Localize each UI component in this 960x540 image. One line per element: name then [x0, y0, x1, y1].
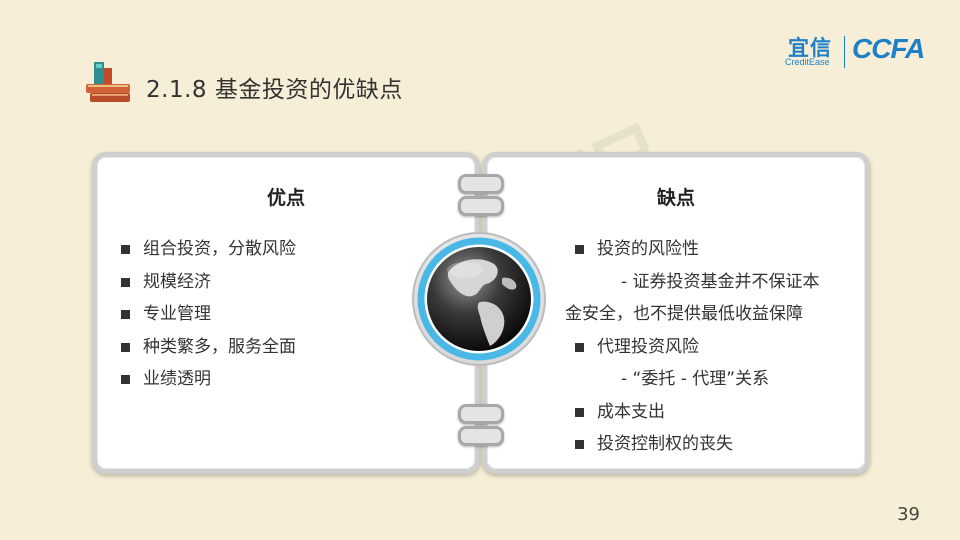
list-item: 组合投资，分散风险 [121, 233, 296, 266]
advantages-heading: 优点 [266, 187, 305, 209]
list-subitem: - “委托 - 代理”关系 [621, 369, 770, 389]
disadvantages-heading: 缺点 [656, 187, 695, 209]
list-item: 专业管理 [121, 298, 296, 331]
list-subitem: - 证券投资基金并不保证本 [621, 271, 820, 292]
advantages-list: 组合投资，分散风险 规模经济 专业管理 种类繁多，服务全面 业绩透明 [121, 233, 296, 396]
list-item: 代理投资风险 [575, 331, 857, 364]
bullet-icon [121, 277, 130, 287]
bullet-icon [121, 375, 130, 384]
list-item: 规模经济 [121, 266, 296, 299]
list-item: 种类繁多，服务全面 [121, 331, 296, 364]
bullet-icon [575, 245, 584, 254]
binder-ring [458, 174, 504, 194]
bullet-icon [121, 245, 130, 254]
page-number: 39 [897, 504, 920, 525]
globe-icon [412, 232, 546, 366]
binder-ring [458, 196, 504, 216]
list-continuation: 金安全，也不提供最低收益保障 [565, 304, 803, 324]
bullet-icon [121, 310, 130, 319]
bullet-icon [575, 440, 584, 449]
list-item: 业绩透明 [121, 363, 296, 396]
binder-ring [458, 404, 504, 424]
brand-logo: 宜信 CreditEase CCFA [780, 30, 940, 72]
logo-separator [844, 36, 845, 68]
books-icon [86, 62, 130, 102]
logo-ccfa: CCFA [852, 33, 925, 64]
logo-en: CreditEase [785, 57, 830, 67]
list-item: 成本支出 [575, 396, 857, 429]
binder-ring [458, 426, 504, 446]
bullet-icon [575, 342, 584, 352]
disadvantages-list: 投资的风险性 - 证券投资基金并不保证本 金安全，也不提供最低收益保障 代理投资… [565, 233, 857, 461]
bullet-icon [121, 342, 130, 352]
list-item: 投资控制权的丧失 [575, 428, 857, 461]
list-item: 投资的风险性 [575, 233, 857, 266]
bullet-icon [575, 407, 584, 417]
slide-title: 2.1.8 基金投资的优缺点 [146, 77, 403, 103]
